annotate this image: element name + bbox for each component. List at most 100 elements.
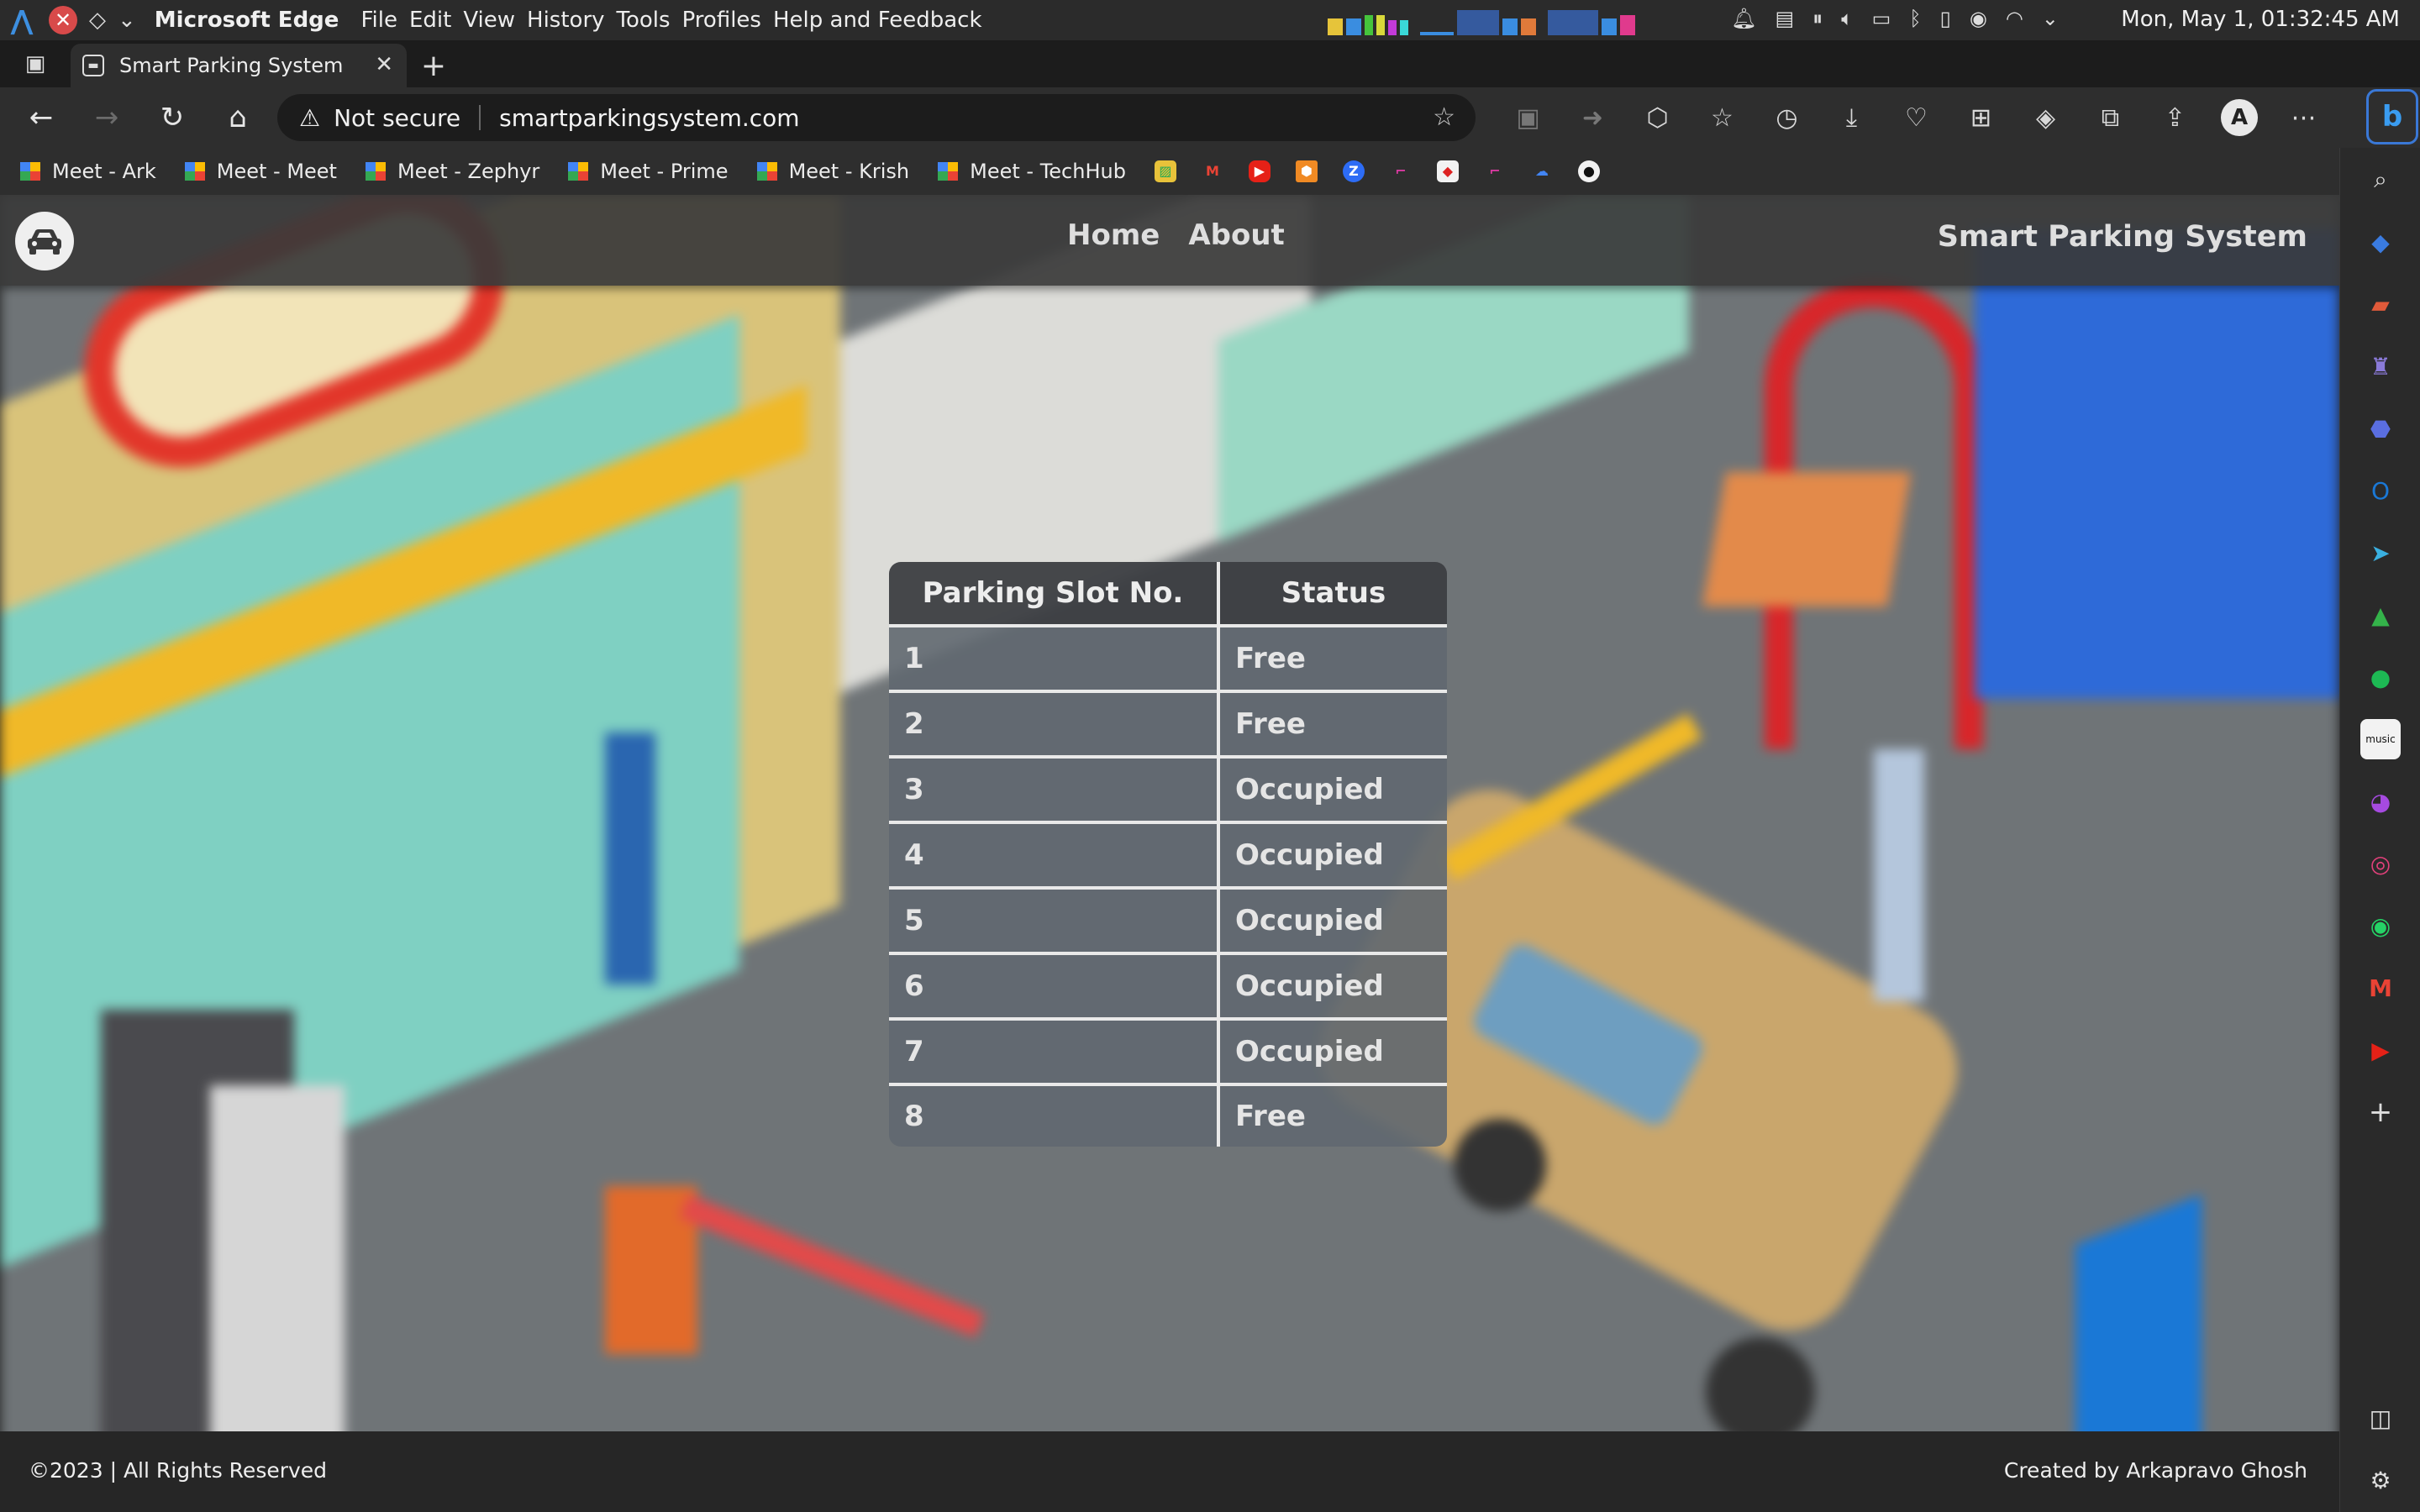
- browser-essentials-icon[interactable]: ♡: [1884, 103, 1949, 133]
- chevron-down-icon[interactable]: ⌄: [118, 8, 136, 33]
- bookmark-meet-ark[interactable]: Meet - Ark: [20, 160, 156, 183]
- menu-history[interactable]: History: [527, 8, 605, 33]
- arch-logo-icon[interactable]: ⋀: [7, 5, 37, 35]
- url-text[interactable]: smartparkingsystem.com: [499, 104, 799, 132]
- performance-icon[interactable]: ◈: [2013, 103, 2078, 133]
- youtube-icon[interactable]: ▶: [2360, 1030, 2401, 1070]
- add-favorite-icon[interactable]: ☆: [1433, 102, 1455, 132]
- home-button[interactable]: ⌂: [205, 87, 271, 148]
- wifi-icon[interactable]: ◠: [2006, 7, 2023, 30]
- copilot-icon[interactable]: ⬣: [2360, 408, 2401, 449]
- collections-icon[interactable]: ⊞: [1949, 103, 2013, 133]
- github-icon[interactable]: ●: [1577, 160, 1600, 182]
- favorites-icon[interactable]: ☆: [1690, 103, 1754, 133]
- extension-square-icon[interactable]: ▣: [1496, 103, 1560, 133]
- nav-home-link[interactable]: Home: [1067, 218, 1160, 252]
- send-icon[interactable]: ➤: [2360, 533, 2401, 573]
- google-meet-icon: [568, 162, 589, 181]
- bing-copilot-icon[interactable]: b: [2366, 89, 2418, 144]
- whatsapp-icon[interactable]: ◉: [2360, 906, 2401, 946]
- new-tab-button[interactable]: +: [407, 44, 460, 87]
- system-monitor-widget[interactable]: [1328, 7, 1635, 35]
- settings-icon[interactable]: ⚙: [2360, 1460, 2401, 1500]
- split-view-icon[interactable]: ◫: [2360, 1398, 2401, 1438]
- media-icon[interactable]: ⏸︎: [1812, 7, 1823, 30]
- bracket-icon[interactable]: ⌐: [1484, 160, 1506, 182]
- menu-view[interactable]: View: [463, 8, 515, 33]
- tree-icon[interactable]: ▲: [2360, 595, 2401, 635]
- warning-icon[interactable]: ⚠: [299, 104, 320, 132]
- bookmark-meet-prime[interactable]: Meet - Prime: [568, 160, 729, 183]
- tab-actions-icon[interactable]: ▣: [0, 40, 71, 87]
- profile-avatar[interactable]: A: [2221, 99, 2258, 136]
- extensions-icon[interactable]: ⬡: [1625, 103, 1690, 133]
- keep-above-icon[interactable]: ◇: [89, 8, 106, 33]
- outlook-icon[interactable]: O: [2360, 470, 2401, 511]
- menu-help[interactable]: Help and Feedback: [773, 8, 982, 33]
- google-meet-icon: [184, 162, 205, 181]
- search-icon[interactable]: ⌕: [2360, 160, 2401, 200]
- instagram-icon[interactable]: ◎: [2360, 843, 2401, 884]
- back-button[interactable]: ←: [8, 87, 74, 148]
- package-icon[interactable]: ⬢: [1295, 160, 1318, 182]
- history-icon[interactable]: ◷: [1754, 103, 1819, 133]
- volume-icon[interactable]: 🔈︎: [1841, 7, 1853, 30]
- google-meet-icon: [938, 162, 959, 181]
- zoom-icon[interactable]: Z: [1342, 160, 1365, 182]
- tab-smart-parking[interactable]: ▬ Smart Parking System ✕: [71, 44, 407, 87]
- more-options-icon[interactable]: ⋯: [2271, 103, 2336, 133]
- header-slot-number: Parking Slot No.: [889, 562, 1220, 627]
- menu-edit[interactable]: Edit: [409, 8, 451, 33]
- table-row: 6 Occupied: [889, 953, 1447, 1021]
- gmail-icon[interactable]: M: [1202, 160, 1223, 182]
- refresh-button[interactable]: ↻: [139, 87, 205, 148]
- photos-icon[interactable]: ▨: [1154, 160, 1176, 182]
- tray-expand-icon[interactable]: ⌄: [2042, 7, 2059, 30]
- slot-number: 3: [889, 757, 1220, 824]
- clipboard-icon[interactable]: ▤: [1775, 7, 1794, 30]
- messenger-icon[interactable]: ◕: [2360, 781, 2401, 822]
- bracket-icon[interactable]: ⌐: [1390, 160, 1412, 182]
- tag-icon[interactable]: ◆: [2360, 222, 2401, 262]
- bookmark-label: Meet - Ark: [52, 160, 156, 183]
- battery-icon[interactable]: ▯: [1940, 7, 1951, 30]
- clock[interactable]: Mon, May 1, 01:32:45 AM: [2121, 7, 2400, 32]
- add-icon[interactable]: +: [2360, 1092, 2401, 1132]
- bookmark-meet-zephyr[interactable]: Meet - Zephyr: [365, 160, 539, 183]
- youtube-icon[interactable]: ▶: [1248, 160, 1270, 182]
- nav-about-link[interactable]: About: [1188, 218, 1284, 252]
- bookmark-label: Meet - TechHub: [970, 160, 1126, 183]
- close-window-icon[interactable]: ✕: [49, 6, 77, 34]
- amazon-music-icon[interactable]: music: [2360, 719, 2401, 759]
- google-cloud-icon[interactable]: ☁: [1531, 160, 1553, 182]
- menu-tools[interactable]: Tools: [617, 8, 671, 33]
- security-label[interactable]: Not secure: [334, 104, 460, 132]
- gmail-icon[interactable]: M: [2360, 968, 2401, 1008]
- site-nav-links: Home About: [1067, 218, 1285, 252]
- spotify-icon[interactable]: ●: [2360, 657, 2401, 697]
- site-title: Smart Parking System: [1937, 220, 2307, 254]
- tab-copy-icon[interactable]: ⧉: [2078, 103, 2143, 133]
- microphone-icon[interactable]: ◉: [1970, 7, 1987, 30]
- menu-file[interactable]: File: [360, 8, 397, 33]
- app-menu: File Edit View History Tools Profiles He…: [360, 8, 981, 33]
- share-icon[interactable]: ⇪: [2143, 103, 2207, 133]
- briefcase-icon[interactable]: ▰: [2360, 284, 2401, 324]
- downloads-icon[interactable]: ⤓: [1819, 103, 1884, 133]
- car-logo-icon[interactable]: [15, 212, 74, 270]
- address-bar[interactable]: ⚠ Not secure smartparkingsystem.com ☆: [277, 94, 1476, 141]
- record-icon[interactable]: ◆: [1436, 160, 1459, 182]
- bluetooth-icon[interactable]: ᛒ: [1909, 7, 1921, 30]
- extension-arrow-icon[interactable]: ➜: [1560, 103, 1625, 133]
- bookmark-meet-meet[interactable]: Meet - Meet: [184, 160, 337, 183]
- close-tab-icon[interactable]: ✕: [375, 52, 393, 77]
- bookmark-meet-techhub[interactable]: Meet - TechHub: [938, 160, 1126, 183]
- bookmark-meet-krish[interactable]: Meet - Krish: [756, 160, 909, 183]
- table-header-row: Parking Slot No. Status: [889, 562, 1447, 627]
- games-icon[interactable]: ♜: [2360, 346, 2401, 386]
- menu-profiles[interactable]: Profiles: [682, 8, 761, 33]
- display-icon[interactable]: ▭: [1872, 7, 1891, 30]
- forward-button[interactable]: →: [74, 87, 139, 148]
- slot-status: Occupied: [1218, 953, 1447, 1021]
- notifications-icon[interactable]: 🔔︎: [1731, 7, 1756, 30]
